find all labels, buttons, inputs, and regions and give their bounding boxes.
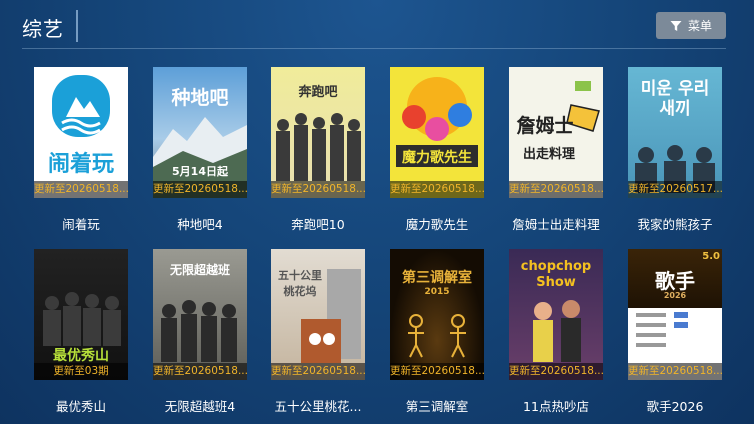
header-divider [22,48,726,49]
poster-title: 魔力歌先生 [402,150,472,166]
show-poster: 闹着玩 更新至20260518... [34,67,128,198]
show-poster: 五十公里桃花坞 更新至20260518... [271,249,365,380]
update-label: 更新至20260518... [153,363,247,380]
show-card[interactable]: 无限超越班 更新至20260518... 无限超越班4 [153,249,247,414]
show-poster: chopchop Show 更新至20260518... [509,249,603,380]
poster-subtitle: 2026 [663,291,687,300]
update-label: 更新至20260518... [390,363,484,380]
show-poster: 第三调解室 2015 更新至20260518... [390,249,484,380]
poster-title: 第三调解室 [402,270,472,286]
show-card[interactable]: 魔力歌先生 更新至20260518... 魔力歌先生 [390,67,484,232]
show-poster: 詹姆士 出走料理 更新至20260518... [509,67,603,198]
show-poster: 无限超越班 更新至20260518... [153,249,247,380]
show-card[interactable]: 미운 우리새끼 更新至20260517... 我家的熊孩子 [628,67,722,232]
poster-title: 歌手 [655,269,695,293]
show-card[interactable]: 种地吧 5月14日起 更新至20260518... 种地吧4 [153,67,247,232]
show-name: 11点热吵店 [523,399,589,414]
update-label: 更新至20260518... [628,363,722,380]
show-card[interactable]: 第三调解室 2015 更新至20260518... 第三调解室 [390,249,484,414]
poster-title: 最优秀山 [53,348,109,364]
title-divider [76,10,78,42]
show-poster: 미운 우리새끼 更新至20260517... [628,67,722,198]
show-name: 歌手2026 [646,399,704,414]
show-card[interactable]: 奔跑吧 更新至20260518... 奔跑吧10 [271,67,365,232]
update-label: 更新至20260518... [390,181,484,198]
poster-art [396,77,478,167]
filter-icon [670,20,682,31]
update-label: 更新至20260518... [153,181,247,198]
show-card[interactable]: 五十公里桃花坞 更新至20260518... 五十公里桃花... [271,249,365,414]
update-label: 更新至20260518... [509,363,603,380]
show-poster: 5.0 歌手 2026 更新至20260518... [628,249,722,380]
show-name: 我家的熊孩子 [637,217,713,232]
poster-title: 闹着玩 [47,152,114,177]
update-label: 更新至03期 [34,363,128,380]
poster-art [52,75,110,137]
poster-title: chopchop Show [520,259,592,290]
show-name: 詹姆士出走料理 [512,217,600,232]
menu-label: 菜单 [687,19,712,33]
menu-button[interactable]: 菜单 [656,12,726,39]
show-card[interactable]: chopchop Show 更新至20260518... 11点热吵店 [509,249,603,414]
show-name: 第三调解室 [405,399,469,414]
rating-badge: 5.0 [702,251,720,262]
show-name: 五十公里桃花... [274,399,362,414]
poster-title: 미운 우리새끼 [640,79,710,119]
show-name: 闹着玩 [62,217,100,232]
poster-subtitle: 出走料理 [522,147,575,162]
poster-title: 奔跑吧 [298,85,338,100]
update-label: 更新至20260518... [271,363,365,380]
poster-title: 无限超越班 [169,263,230,277]
update-label: 更新至20260518... [509,181,603,198]
poster-title: 五十公里桃花坞 [278,269,322,298]
show-name: 奔跑吧10 [291,217,345,232]
poster-title: 种地吧 [171,87,229,109]
update-label: 更新至20260518... [271,181,365,198]
show-name: 种地吧4 [177,217,223,232]
show-poster: 魔力歌先生 更新至20260518... [390,67,484,198]
show-poster: 种地吧 5月14日起 更新至20260518... [153,67,247,198]
show-poster: 最优秀山 更新至03期 [34,249,128,380]
show-poster: 奔跑吧 更新至20260518... [271,67,365,198]
show-name: 魔力歌先生 [405,217,469,232]
update-label: 更新至20260517... [628,181,722,198]
poster-title: 詹姆士 [516,115,574,137]
show-card[interactable]: 最优秀山 更新至03期 最优秀山 [34,249,128,414]
poster-subtitle: 5月14日起 [172,165,228,178]
show-name: 无限超越班4 [164,399,236,414]
poster-subtitle: 2015 [424,287,450,297]
show-card[interactable]: 詹姆士 出走料理 更新至20260518... 詹姆士出走料理 [509,67,603,232]
show-card[interactable]: 5.0 歌手 2026 更新至20260518... 歌手2026 [628,249,722,414]
page-title: 综艺 [22,17,64,41]
show-name: 最优秀山 [55,399,106,414]
update-label: 更新至20260518... [34,181,128,198]
show-card[interactable]: 闹着玩 更新至20260518... 闹着玩 [34,67,128,232]
